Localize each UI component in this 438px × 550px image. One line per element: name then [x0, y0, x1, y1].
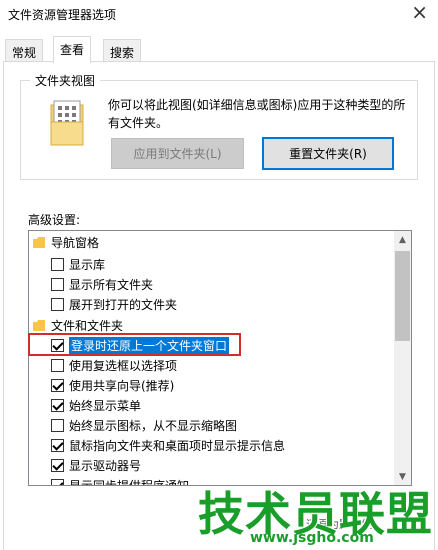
list-item-show-drive-letters[interactable]: 显示驱动器号 — [51, 456, 141, 475]
scroll-up-icon[interactable]: ▲ — [394, 231, 411, 248]
list-item-label: 始终显示菜单 — [69, 399, 142, 413]
list-item-use-checkboxes[interactable]: 使用复选框以选择项 — [51, 356, 177, 375]
checkbox-checked[interactable] — [51, 459, 64, 472]
list-item-expand-to-open-folder[interactable]: 展开到打开的文件夹 — [51, 295, 177, 314]
checkbox-checked[interactable] — [51, 379, 64, 392]
list-item-always-show-menus[interactable]: 始终显示菜单 — [51, 396, 141, 415]
apply-to-folders-button[interactable]: 应用到文件夹(L) — [111, 138, 244, 169]
list-item-show-popup-description[interactable]: 鼠标指向文件夹和桌面项时显示提示信息 — [51, 436, 285, 455]
tab-strip: 常规 查看 搜索 — [0, 36, 438, 63]
list-item-label: 始终显示图标，从不显示缩略图 — [69, 419, 238, 433]
list-item-show-all-folders[interactable]: 显示所有文件夹 — [51, 275, 153, 294]
list-item-sharing-wizard[interactable]: 使用共享向导(推荐) — [51, 376, 174, 395]
list-item-label: 鼠标指向文件夹和桌面项时显示提示信息 — [69, 439, 286, 453]
checkbox-checked[interactable] — [51, 479, 64, 485]
checkbox[interactable] — [51, 359, 64, 372]
list-item-label: 导航窗格 — [51, 236, 100, 250]
checkbox[interactable] — [51, 278, 64, 291]
window-title: 文件资源管理器选项 — [8, 8, 117, 22]
folder-view-description: 你可以将此视图(如详细信息或图标)应用于这种类型的所有文件夹。 — [108, 98, 406, 130]
list-item-label: 展开到打开的文件夹 — [69, 298, 178, 312]
checkbox[interactable] — [51, 258, 64, 271]
folder-icon — [33, 320, 45, 331]
list-item-label: 使用复选框以选择项 — [69, 359, 178, 373]
list-item-label: 显示驱动器号 — [69, 459, 142, 473]
checkbox-checked[interactable] — [51, 399, 64, 412]
list-item-sync-provider-notifications[interactable]: 显示同步提供程序通知 — [51, 476, 190, 486]
watermark-url: www.jsgho.com — [250, 530, 374, 546]
tab-search[interactable]: 搜索 — [103, 39, 142, 62]
list-item-always-show-icons[interactable]: 始终显示图标，从不显示缩略图 — [51, 416, 237, 435]
list-item-label: 使用共享向导(推荐) — [69, 379, 175, 393]
checkbox-checked[interactable] — [51, 439, 64, 452]
tab-view[interactable]: 查看 — [53, 36, 92, 63]
folder-view-label: 文件夹视图 — [30, 72, 101, 89]
list-item-show-libraries[interactable]: 显示库 — [51, 255, 105, 274]
checkbox-checked[interactable] — [51, 339, 64, 352]
list-item-label: 显示同步提供程序通知 — [69, 479, 190, 486]
folder-view-icon — [50, 100, 84, 146]
close-icon[interactable]: × — [411, 2, 428, 22]
advanced-settings-list[interactable]: 导航窗格 显示库 显示所有文件夹 展开到打开的文件夹 文件和文件夹 登录时还原上… — [28, 230, 412, 486]
checkbox[interactable] — [51, 419, 64, 432]
list-item-files-and-folders: 文件和文件夹 — [33, 316, 123, 335]
list-item-label-selected: 登录时还原上一个文件夹窗口 — [69, 337, 230, 354]
folder-icon — [33, 237, 45, 248]
vertical-scrollbar[interactable]: ▲ ▼ — [394, 231, 411, 485]
list-item-label: 显示库 — [69, 258, 106, 272]
advanced-settings-label: 高级设置: — [28, 213, 81, 227]
checkbox[interactable] — [51, 298, 64, 311]
reset-folders-button[interactable]: 重置文件夹(R) — [262, 137, 394, 170]
list-item-nav-pane: 导航窗格 — [33, 233, 99, 252]
tab-general[interactable]: 常规 — [5, 39, 44, 62]
scroll-thumb[interactable] — [395, 251, 410, 341]
title-bar: 文件资源管理器选项 × — [0, 0, 438, 30]
list-item-label: 文件和文件夹 — [51, 319, 124, 333]
list-item-restore-previous-windows[interactable]: 登录时还原上一个文件夹窗口 — [51, 336, 230, 355]
list-item-label: 显示所有文件夹 — [69, 278, 154, 292]
